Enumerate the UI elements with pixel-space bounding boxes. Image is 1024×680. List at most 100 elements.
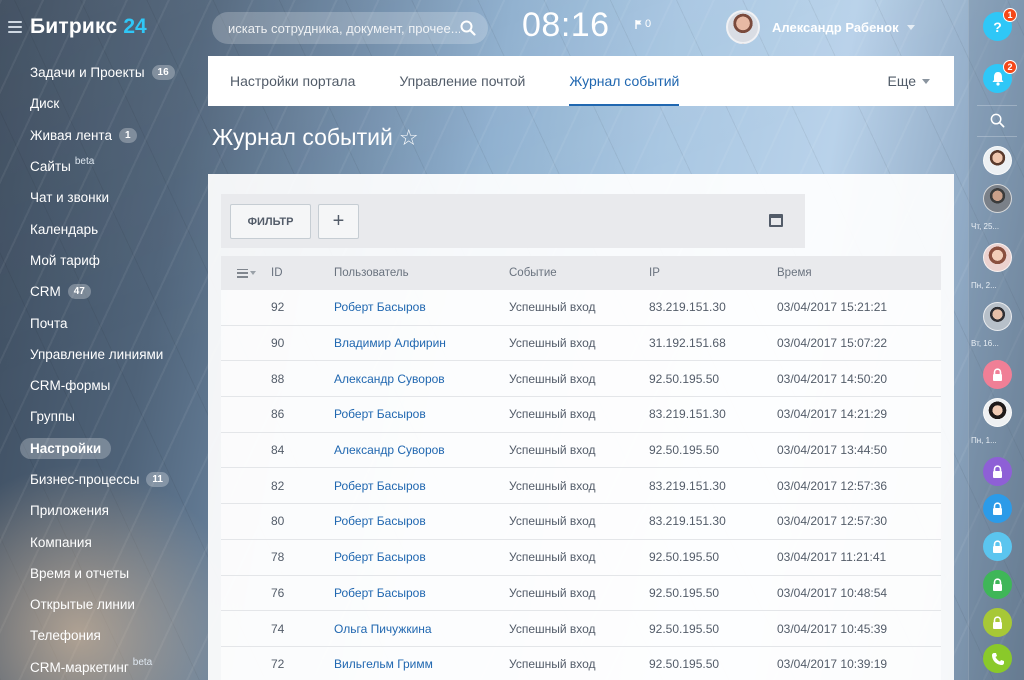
sidebar-item[interactable]: Управление линиями [0, 339, 208, 370]
cell-ip: 83.219.151.30 [649, 514, 726, 529]
contact-date: Чт, 25... [971, 222, 1000, 231]
clock[interactable]: 08:16 [522, 6, 610, 45]
flag-counter[interactable]: 0 [635, 18, 651, 30]
contact-avatar[interactable] [983, 146, 1012, 175]
group-chat-lock-icon[interactable] [983, 494, 1012, 523]
sidebar-item[interactable]: Телефония [0, 620, 208, 651]
logo-number[interactable]: 24 [123, 15, 146, 39]
add-button[interactable]: + [318, 204, 359, 239]
sidebar-item[interactable]: CRM-формы [0, 370, 208, 401]
star-icon[interactable]: ☆ [399, 125, 419, 151]
sidebar-item[interactable]: Сайты beta [0, 151, 208, 182]
cell-user-link[interactable]: Роберт Басыров [334, 514, 509, 528]
sidebar-item[interactable]: Компания [0, 526, 208, 557]
window-icon[interactable] [769, 214, 783, 227]
cell-user-link[interactable]: Владимир Алфирин [334, 336, 509, 350]
content-panel: ФИЛЬТР + ID Пользователь Событие IP Врем… [208, 174, 954, 680]
table-row[interactable]: 86 Роберт Басыров Успешный вход 83.219.151.… [221, 397, 941, 433]
tab-more-label: Еще [887, 73, 917, 89]
table-row[interactable]: 78 Роберт Басыров Успешный вход 92.50.195.5… [221, 539, 941, 576]
notifications-button[interactable]: 2 [983, 60, 1017, 93]
sidebar-item-label: Сайты [30, 159, 71, 175]
cell-user-link[interactable]: Александр Суворов [334, 443, 509, 457]
logo-name[interactable]: Битрикс [30, 15, 117, 39]
filter-button[interactable]: ФИЛЬТР [230, 204, 311, 239]
contact-avatar[interactable] [983, 184, 1012, 213]
table-row[interactable]: 88 Александр Суворов Успешный вход 92.50.19… [221, 361, 941, 398]
table-row[interactable]: 90 Владимир Алфирин Успешный вход 31.192.15… [221, 325, 941, 362]
cell-user-link[interactable]: Роберт Басыров [334, 407, 509, 421]
search-icon[interactable] [460, 20, 476, 36]
cell-id: 72 [271, 657, 285, 672]
sidebar-item-label: Настройки [20, 437, 112, 459]
sidebar-item-label: Почта [30, 315, 68, 331]
sidebar-item[interactable]: Группы [0, 401, 208, 432]
group-chat-lock-icon[interactable] [983, 570, 1012, 599]
table-row[interactable]: 74 Ольга Пичужкина Успешный вход 92.50.195.… [221, 611, 941, 647]
cell-id: 88 [271, 371, 285, 386]
sidebar-item[interactable]: Бизнес-процессы 11 [0, 464, 208, 495]
cell-id: 80 [271, 514, 285, 529]
table-row[interactable]: 82 Роберт Басыров Успешный вход 83.219.151.… [221, 468, 941, 505]
phone-button[interactable] [983, 644, 1012, 673]
tab-mail-management[interactable]: Управление почтой [377, 56, 547, 106]
column-settings[interactable] [221, 268, 271, 278]
group-chat-lock-icon[interactable] [983, 360, 1012, 389]
user-name[interactable]: Александр Рабенок [772, 20, 899, 35]
cell-user-link[interactable]: Роберт Басыров [334, 300, 509, 314]
column-header-user[interactable]: Пользователь [334, 267, 509, 279]
sidebar-item[interactable]: Почта [0, 307, 208, 338]
search-input[interactable] [228, 20, 460, 36]
lock-icon [993, 464, 1002, 478]
table-row[interactable]: 84 Александр Суворов Успешный вход 92.50.19… [221, 432, 941, 469]
sidebar-item[interactable]: Мой тариф [0, 245, 208, 276]
page-title: Журнал событий ☆ [212, 124, 419, 151]
help-button[interactable]: ? 1 [983, 8, 1017, 41]
lock-icon [993, 615, 1002, 629]
sidebar-item[interactable]: Открытые линии [0, 589, 208, 620]
tab-event-log[interactable]: Журнал событий [547, 56, 701, 106]
table-row[interactable]: 76 Роберт Басыров Успешный вход 92.50.195.5… [221, 575, 941, 612]
sidebar-item[interactable]: Чат и звонки [0, 182, 208, 213]
sidebar-item[interactable]: Задачи и Проекты 16 [0, 57, 208, 88]
sidebar-item[interactable]: CRM-маркетинг beta [0, 652, 208, 680]
contact-avatar[interactable] [983, 243, 1012, 272]
cell-user-link[interactable]: Александр Суворов [334, 372, 509, 386]
sidebar-item[interactable]: Приложения [0, 495, 208, 526]
contact-avatar[interactable] [983, 398, 1012, 427]
search-box[interactable] [212, 12, 488, 44]
group-chat-lock-icon[interactable] [983, 532, 1012, 561]
sidebar-item[interactable]: Время и отчеты [0, 558, 208, 589]
cell-user-link[interactable]: Вильгельм Гримм [334, 657, 509, 671]
group-chat-lock-icon[interactable] [983, 608, 1012, 637]
cell-user-link[interactable]: Роберт Басыров [334, 550, 509, 564]
cell-user-link[interactable]: Роберт Басыров [334, 586, 509, 600]
tab-more[interactable]: Еще [887, 73, 930, 89]
table-row[interactable]: 72 Вильгельм Гримм Успешный вход 92.50.195.… [221, 646, 941, 680]
sidebar-item-label: Задачи и Проекты [30, 65, 145, 81]
cell-user-link[interactable]: Ольга Пичужкина [334, 622, 509, 636]
search-contacts-button[interactable] [983, 106, 1012, 135]
user-menu[interactable]: Александр Рабенок [726, 10, 915, 44]
column-header-event[interactable]: Событие [509, 267, 649, 279]
tab-portal-settings[interactable]: Настройки портала [208, 56, 377, 106]
group-chat-lock-icon[interactable] [983, 457, 1012, 486]
menu-burger-icon[interactable] [8, 21, 22, 33]
cell-time: 03/04/2017 10:48:54 [777, 585, 888, 600]
sidebar-item[interactable]: CRM 47 [0, 276, 208, 307]
sidebar-item[interactable]: Настройки [0, 433, 208, 464]
cell-user-link[interactable]: Роберт Басыров [334, 479, 509, 493]
table-row[interactable]: 92 Роберт Басыров Успешный вход 83.219.151.… [221, 290, 941, 326]
contact-avatar[interactable] [983, 302, 1012, 331]
avatar[interactable] [726, 10, 760, 44]
sidebar-item-label: Мой тариф [30, 252, 100, 268]
chevron-down-icon[interactable] [906, 24, 915, 30]
sidebar-item-label: CRM [30, 284, 61, 300]
column-header-time[interactable]: Время [777, 267, 941, 279]
column-header-id[interactable]: ID [271, 267, 334, 279]
sidebar-item[interactable]: Диск [0, 88, 208, 119]
sidebar-item[interactable]: Календарь [0, 213, 208, 244]
sidebar-item[interactable]: Живая лента 1 [0, 120, 208, 151]
column-header-ip[interactable]: IP [649, 267, 777, 279]
table-row[interactable]: 80 Роберт Басыров Успешный вход 83.219.151.… [221, 504, 941, 540]
